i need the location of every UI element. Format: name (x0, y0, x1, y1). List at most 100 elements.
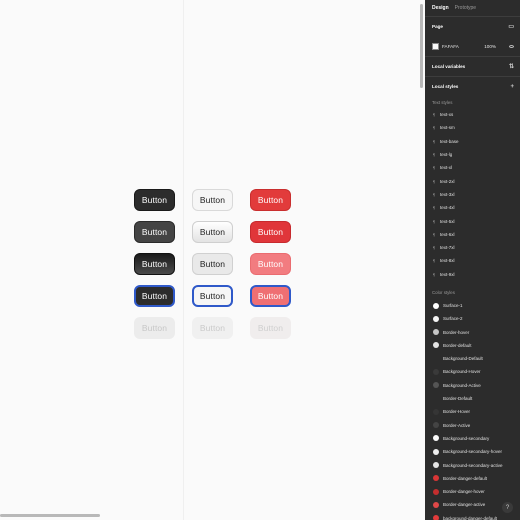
color-style-item[interactable]: Background-secondary-active (425, 458, 520, 471)
panel-toggle-icon[interactable]: ▭ (508, 23, 514, 30)
text-styles-list: ¶ text-xs ¶ text-sm ¶ text-base ¶ text-lg ¶ text-… (425, 108, 520, 281)
color-style-item[interactable]: Border-Hover (425, 405, 520, 418)
color-swatch (433, 329, 439, 336)
color-style-item[interactable]: Background-Active (425, 379, 520, 392)
text-style-item[interactable]: ¶ text-5xl (425, 214, 520, 227)
variant-button[interactable]: Button (250, 317, 291, 339)
variant-button[interactable]: Button (134, 189, 175, 211)
color-style-item[interactable]: Surface-1 (425, 299, 520, 312)
local-styles-title: Local styles (432, 84, 459, 89)
text-style-label: text-8xl (440, 258, 455, 264)
text-style-item[interactable]: ¶ text-9xl (425, 268, 520, 281)
add-style-icon[interactable]: + (510, 84, 514, 90)
text-style-label: text-7xl (440, 245, 455, 251)
design-canvas[interactable]: Button Button Button Button Button Button Butt… (0, 0, 425, 520)
tab-design[interactable]: Design (432, 5, 449, 11)
variant-button[interactable]: Button (192, 253, 233, 275)
variant-button[interactable]: Button (250, 253, 291, 275)
color-style-item[interactable]: Surface-2 (425, 312, 520, 325)
page-color-swatch[interactable] (432, 42, 439, 50)
vertical-scrollbar[interactable] (420, 4, 423, 88)
local-styles-header: Local styles + (425, 77, 520, 96)
eye-icon[interactable] (509, 44, 514, 48)
sliders-icon[interactable]: ⇅ (509, 63, 514, 70)
page-background-row[interactable]: FAFAFA 100% (425, 36, 520, 56)
text-style-icon: ¶ (433, 191, 436, 197)
color-swatch (433, 368, 439, 375)
variant-button[interactable]: Button (192, 317, 233, 339)
color-swatch (433, 395, 439, 402)
text-style-item[interactable]: ¶ text-base (425, 135, 520, 148)
help-button[interactable]: ? (502, 502, 513, 513)
color-style-label: Surface-2 (443, 316, 463, 322)
text-style-label: text-sm (440, 125, 455, 131)
color-style-label: Border-Active (443, 422, 471, 428)
color-style-item[interactable]: Background-Hover (425, 365, 520, 378)
color-style-label: Border-hover (443, 329, 470, 335)
variant-button[interactable]: Button (134, 253, 175, 275)
color-styles-list: Surface-1 Surface-2 Border-hover Border-def… (425, 299, 520, 520)
text-style-item[interactable]: ¶ text-xs (425, 108, 520, 121)
variant-button[interactable]: Button (134, 221, 175, 243)
text-style-label: text-base (440, 138, 459, 144)
color-style-label: Background-secondary-active (443, 462, 503, 468)
variant-button[interactable]: Button (192, 221, 233, 243)
tab-prototype[interactable]: Prototype (455, 5, 476, 11)
text-style-item[interactable]: ¶ text-sm (425, 121, 520, 134)
color-style-label: Surface-1 (443, 303, 463, 308)
text-style-item[interactable]: ¶ text-xl (425, 161, 520, 174)
variant-button[interactable]: Button (134, 317, 175, 339)
text-style-icon: ¶ (433, 271, 436, 277)
text-style-item[interactable]: ¶ text-3xl (425, 188, 520, 201)
text-style-icon: ¶ (433, 165, 436, 171)
variant-button[interactable]: Button (250, 221, 291, 243)
text-style-item[interactable]: ¶ text-lg (425, 148, 520, 161)
color-swatch (433, 488, 439, 495)
color-style-label: Border-danger-hover (443, 489, 485, 495)
color-style-item[interactable]: Background-secondary (425, 432, 520, 445)
text-style-label: text-3xl (440, 191, 455, 197)
text-style-item[interactable]: ¶ text-7xl (425, 241, 520, 254)
color-style-item[interactable]: Border-danger-hover (425, 485, 520, 498)
text-style-label: text-6xl (440, 231, 455, 237)
color-style-item[interactable]: Border-Active (425, 419, 520, 432)
local-variables-header[interactable]: Local variables ⇅ (425, 57, 520, 76)
text-style-item[interactable]: ¶ text-6xl (425, 228, 520, 241)
text-style-item[interactable]: ¶ text-2xl (425, 174, 520, 187)
variant-button[interactable]: Button (192, 189, 233, 211)
text-style-icon: ¶ (433, 231, 436, 237)
text-style-item[interactable]: ¶ text-4xl (425, 201, 520, 214)
text-style-label: text-xl (440, 165, 453, 171)
variant-button[interactable]: Button (250, 189, 291, 211)
color-style-item[interactable]: Background-secondary-hover (425, 445, 520, 458)
page-color-hex[interactable]: FAFAFA (442, 44, 459, 49)
text-style-icon: ¶ (433, 138, 436, 144)
button-variant-grid: Button Button Button Button Button Button Butt… (134, 189, 291, 349)
text-style-icon: ¶ (433, 152, 436, 158)
text-style-icon: ¶ (433, 125, 436, 131)
text-style-label: text-2xl (440, 178, 455, 184)
color-swatch (433, 382, 439, 389)
page-opacity[interactable]: 100% (484, 44, 496, 49)
button-row: Button Button Button (134, 253, 291, 275)
variant-button[interactable]: Button (134, 285, 175, 307)
button-row: Button Button Button (134, 285, 291, 307)
color-style-item[interactable]: Background-Default (425, 352, 520, 365)
color-style-item[interactable]: Border-danger-default (425, 472, 520, 485)
color-swatch (433, 422, 439, 429)
color-style-item[interactable]: Border-default (425, 339, 520, 352)
color-swatch (433, 462, 439, 469)
color-style-label: Background-Active (443, 382, 481, 388)
color-style-label: Border-Hover (443, 409, 471, 415)
variant-button[interactable]: Button (250, 285, 291, 307)
text-style-item[interactable]: ¶ text-8xl (425, 254, 520, 267)
text-style-label: text-5xl (440, 218, 455, 224)
variant-button[interactable]: Button (192, 285, 233, 307)
text-style-label: text-lg (440, 152, 453, 158)
color-style-item[interactable]: Border-Default (425, 392, 520, 405)
horizontal-scrollbar[interactable] (0, 514, 100, 517)
text-styles-heading: Text styles (432, 99, 453, 105)
text-style-icon: ¶ (433, 178, 436, 184)
local-variables-title[interactable]: Local variables (432, 64, 465, 69)
color-style-item[interactable]: Border-hover (425, 325, 520, 338)
